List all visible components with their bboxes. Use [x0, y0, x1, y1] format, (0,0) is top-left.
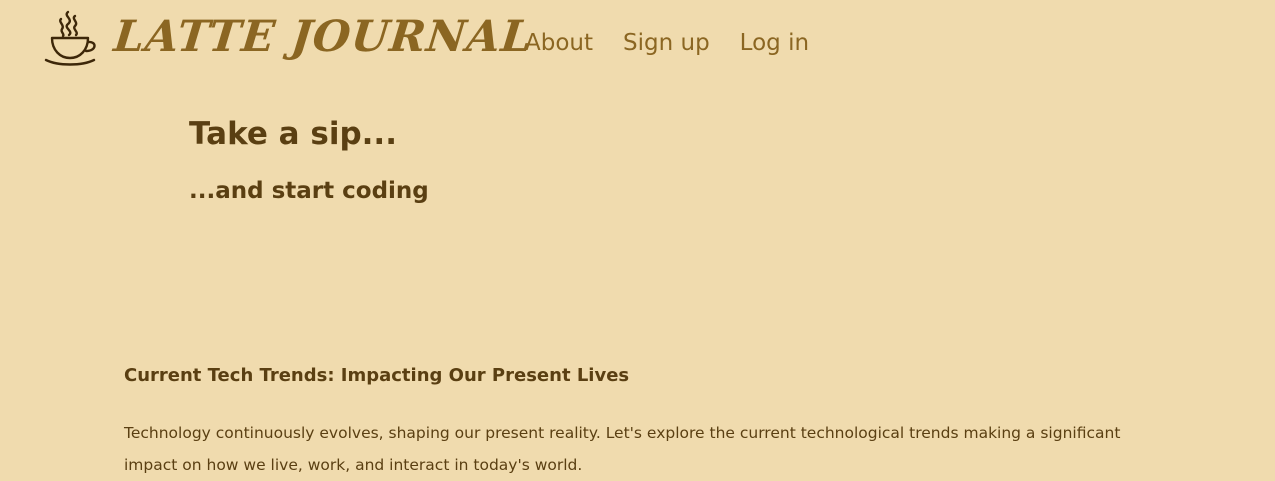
brand-title: LATTE JOURNAL — [111, 11, 536, 62]
article-title: Current Tech Trends: Impacting Our Prese… — [124, 365, 630, 386]
coffee-cup-icon — [44, 8, 98, 66]
brand-link[interactable]: LATTE JOURNAL — [44, 8, 536, 66]
article-body: Technology continuously evolves, shaping… — [124, 424, 1121, 474]
nav-about-link[interactable]: About — [525, 28, 593, 58]
hero-title: Take a sip... — [189, 116, 397, 152]
nav-signup-link[interactable]: Sign up — [623, 28, 710, 58]
site-header: LATTE JOURNAL About Sign up Log in — [0, 0, 1275, 90]
nav-login-link[interactable]: Log in — [740, 28, 809, 58]
hero-subtitle: ...and start coding — [189, 178, 429, 204]
main-nav: About Sign up Log in — [525, 28, 839, 58]
article-section: Current Tech Trends: Impacting Our Prese… — [124, 362, 1124, 481]
